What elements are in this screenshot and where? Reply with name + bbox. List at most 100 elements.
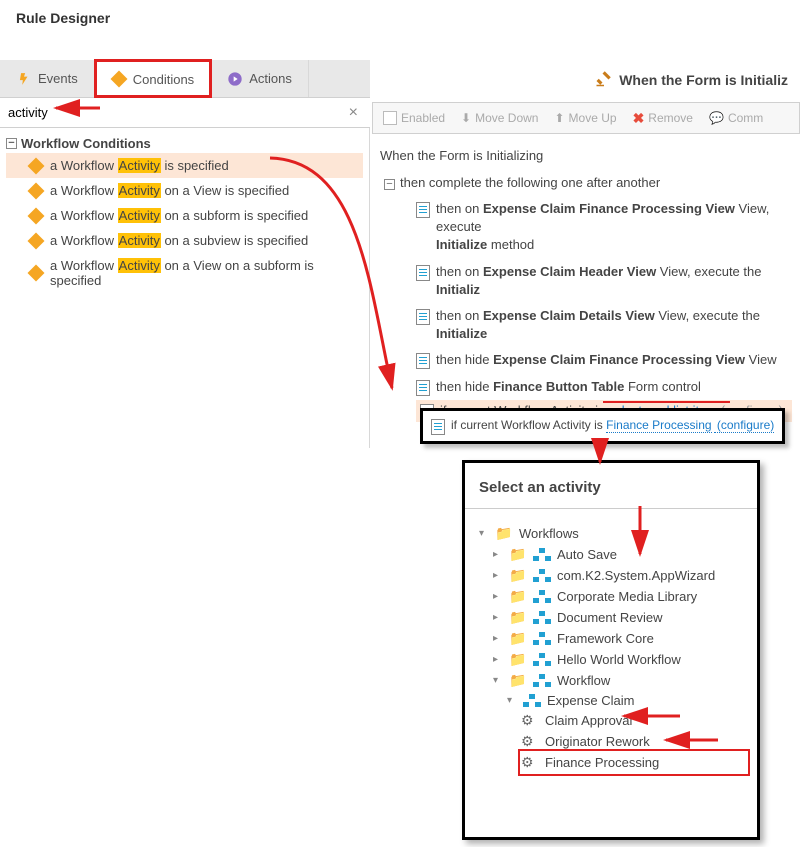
workflow-icon: [523, 694, 541, 708]
workflow-icon: [533, 548, 551, 562]
collapse-icon[interactable]: −: [6, 138, 17, 149]
checkbox-icon: [383, 111, 397, 125]
tab-events[interactable]: Events: [0, 60, 95, 97]
diamond-icon: [28, 182, 45, 199]
condition-item[interactable]: a Workflow Activity on a View is specifi…: [6, 178, 363, 203]
caret-down-icon[interactable]: ▾: [507, 695, 517, 706]
condition-item[interactable]: a Workflow Activity is specified: [6, 153, 363, 178]
clear-search-button[interactable]: ×: [343, 104, 364, 122]
conditions-panel: − Workflow Conditions a Workflow Activit…: [0, 128, 370, 448]
finance-processing-link[interactable]: Finance Processing: [606, 418, 711, 433]
rule-action[interactable]: then hide Expense Claim Finance Processi…: [416, 347, 792, 373]
tab-actions[interactable]: Actions: [211, 60, 309, 97]
tab-label: Events: [38, 71, 78, 86]
action-icon: [416, 353, 430, 369]
folder-icon: 📁: [509, 567, 527, 584]
page-title: Rule Designer: [0, 0, 800, 32]
move-down-button[interactable]: ⬇Move Down: [461, 111, 538, 125]
rule-action[interactable]: then hide Finance Button Table Form cont…: [416, 374, 792, 400]
rule-title-bar: When the Form is Initializ: [372, 59, 800, 100]
tree-activity-finance-processing[interactable]: ⚙Finance Processing: [521, 752, 747, 773]
diamond-icon: [111, 71, 127, 87]
tree-node-open[interactable]: ▾📁Workflow: [493, 670, 747, 691]
rule-action[interactable]: then on Expense Claim Header View View, …: [416, 259, 792, 303]
tree-node[interactable]: ▸📁Corporate Media Library: [493, 586, 747, 607]
tree-node[interactable]: ▸📁com.K2.System.AppWizard: [493, 565, 747, 586]
select-activity-dialog: Select an activity ▾ 📁 Workflows ▸📁Auto …: [462, 460, 760, 840]
diamond-icon: [28, 232, 45, 249]
collapse-icon[interactable]: −: [384, 179, 395, 190]
gavel-icon: [595, 69, 613, 90]
workflow-icon: [533, 611, 551, 625]
tree-activity[interactable]: ⚙Claim Approval: [521, 710, 747, 731]
rule-intro: then complete the following one after an…: [400, 175, 792, 196]
condition-item[interactable]: a Workflow Activity on a subform is spec…: [6, 203, 363, 228]
workflow-icon: [533, 674, 551, 688]
caret-right-icon[interactable]: ▸: [493, 591, 503, 602]
folder-icon: 📁: [495, 525, 513, 542]
arrow-down-icon: ⬇: [461, 111, 471, 125]
tab-strip: Events Conditions Actions: [0, 60, 370, 98]
workflow-icon: [533, 590, 551, 604]
tree-activity[interactable]: ⚙Originator Rework: [521, 731, 747, 752]
search-row: ×: [0, 98, 370, 128]
group-title: Workflow Conditions: [21, 136, 151, 151]
comment-button[interactable]: 💬Comm: [709, 111, 763, 125]
condition-text: a Workflow Activity on a subform is spec…: [50, 208, 308, 223]
condition-text: a Workflow Activity is specified: [50, 158, 229, 173]
bolt-icon: [16, 71, 32, 87]
caret-down-icon[interactable]: ▾: [479, 528, 489, 539]
comment-icon: 💬: [709, 111, 724, 125]
action-icon: [416, 380, 430, 396]
tab-conditions[interactable]: Conditions: [95, 60, 211, 97]
caret-right-icon[interactable]: ▸: [493, 549, 503, 560]
rule-condition[interactable]: if current Workflow Activity is Finance …: [431, 415, 774, 437]
caret-right-icon[interactable]: ▸: [493, 570, 503, 581]
workflow-tree: ▾ 📁 Workflows ▸📁Auto Save ▸📁com.K2.Syste…: [465, 509, 757, 779]
workflow-icon: [533, 632, 551, 646]
condition-text: a Workflow Activity on a View on a subfo…: [50, 258, 363, 288]
gear-icon: ⚙: [521, 712, 539, 729]
gear-icon: ⚙: [521, 733, 539, 750]
conditions-group-header[interactable]: − Workflow Conditions: [6, 134, 363, 153]
workflow-icon: [533, 569, 551, 583]
diamond-icon: [28, 265, 45, 282]
condition-text: a Workflow Activity on a subview is spec…: [50, 233, 308, 248]
x-icon: ✖: [633, 110, 645, 127]
tree-node[interactable]: ▸📁Auto Save: [493, 544, 747, 565]
dialog-title: Select an activity: [465, 473, 757, 509]
rule-body: When the Form is Initializing − then com…: [372, 134, 800, 436]
rule-action[interactable]: then on Expense Claim Finance Processing…: [416, 196, 792, 259]
caret-down-icon[interactable]: ▾: [493, 675, 503, 686]
condition-text: a Workflow Activity on a View is specifi…: [50, 183, 289, 198]
diamond-icon: [28, 207, 45, 224]
folder-icon: 📁: [509, 588, 527, 605]
tree-node[interactable]: ▸📁Hello World Workflow: [493, 649, 747, 670]
arrow-circle-icon: [227, 71, 243, 87]
rule-event-text: When the Form is Initializing: [380, 148, 792, 163]
arrow-up-icon: ⬆: [554, 111, 564, 125]
configure-link[interactable]: (configure): [714, 418, 775, 433]
action-icon: [416, 202, 430, 218]
folder-icon: 📁: [509, 546, 527, 563]
remove-button[interactable]: ✖Remove: [633, 110, 693, 127]
inset-configured-condition: if current Workflow Activity is Finance …: [420, 408, 785, 444]
condition-item[interactable]: a Workflow Activity on a subview is spec…: [6, 228, 363, 253]
condition-item[interactable]: a Workflow Activity on a View on a subfo…: [6, 253, 363, 293]
rule-action[interactable]: then on Expense Claim Details View View,…: [416, 303, 792, 347]
caret-right-icon[interactable]: ▸: [493, 633, 503, 644]
gear-icon: ⚙: [521, 754, 539, 771]
condition-icon: [431, 419, 445, 435]
search-input[interactable]: [6, 101, 343, 124]
tree-node[interactable]: ▸📁Document Review: [493, 607, 747, 628]
folder-icon: 📁: [509, 609, 527, 626]
move-up-button[interactable]: ⬆Move Up: [554, 111, 616, 125]
caret-right-icon[interactable]: ▸: [493, 654, 503, 665]
tree-node[interactable]: ▸📁Framework Core: [493, 628, 747, 649]
tab-label: Actions: [249, 71, 292, 86]
tab-label: Conditions: [133, 72, 194, 87]
tree-process-node[interactable]: ▾Expense Claim: [507, 691, 747, 710]
caret-right-icon[interactable]: ▸: [493, 612, 503, 623]
enabled-toggle[interactable]: Enabled: [383, 111, 445, 125]
tree-root-node[interactable]: ▾ 📁 Workflows: [479, 523, 747, 544]
